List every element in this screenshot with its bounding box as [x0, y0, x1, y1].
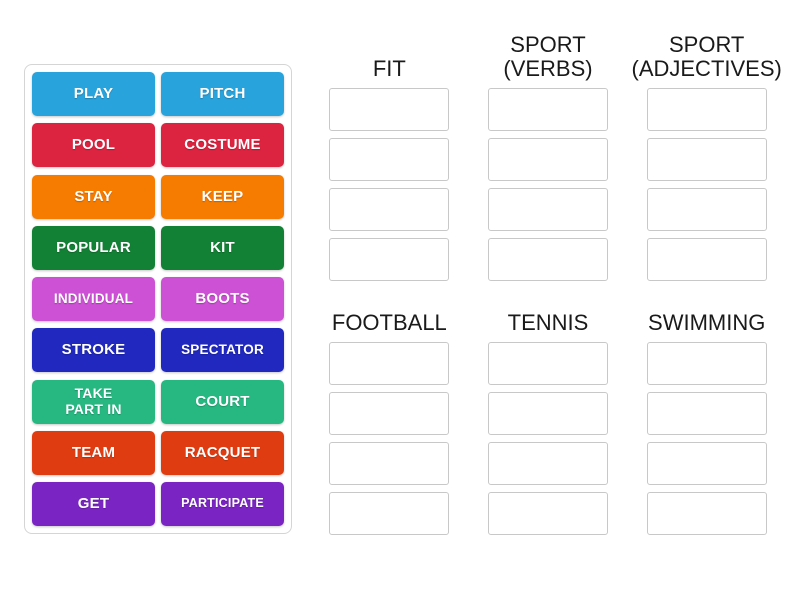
category-column-fit: FIT [310, 26, 469, 292]
category-title: SPORT (ADJECTIVES) [631, 32, 782, 81]
word-tile[interactable]: PITCH [161, 72, 284, 116]
word-tile[interactable]: GET [32, 482, 155, 526]
drop-slot[interactable] [646, 188, 767, 231]
drop-slot[interactable] [488, 188, 608, 231]
category-title: FOOTBALL [331, 309, 447, 335]
word-tile[interactable]: STROKE [32, 328, 155, 373]
word-tile[interactable]: KIT [161, 225, 284, 270]
drop-slot[interactable] [646, 492, 767, 535]
drop-slot[interactable] [329, 342, 450, 385]
drop-slot[interactable] [329, 88, 450, 131]
drop-slot[interactable] [488, 88, 608, 131]
word-tile[interactable]: PLAY [32, 72, 155, 116]
category-column-tennis: TENNIS [469, 302, 628, 568]
category-area: FIT SPORT (VERBS) SPORT (ADJECTIVES) FOO… [310, 26, 786, 566]
drop-slot[interactable] [488, 442, 608, 485]
word-tile-row: INDIVIDUAL BOOTS [32, 277, 284, 321]
category-band-bottom: FOOTBALL TENNIS SWIMMING [310, 302, 786, 568]
category-column-sport-verbs: SPORT (VERBS) [469, 26, 628, 292]
drop-slot[interactable] [646, 138, 767, 181]
drop-slot[interactable] [329, 188, 450, 231]
word-tile[interactable]: STAY [32, 174, 155, 219]
drop-slot[interactable] [488, 342, 608, 385]
drop-slot[interactable] [488, 392, 608, 435]
word-tile-row: TAKE PART IN COURT [32, 379, 284, 424]
drop-slot-list [627, 88, 786, 281]
word-tile-row: STROKE SPECTATOR [32, 328, 284, 373]
drop-slot[interactable] [329, 392, 450, 435]
drop-slot[interactable] [488, 492, 608, 535]
word-tile-row: STAY KEEP [32, 174, 284, 219]
category-column-swimming: SWIMMING [627, 302, 786, 568]
category-title: TENNIS [507, 309, 589, 335]
word-tile[interactable]: KEEP [161, 174, 284, 219]
drop-slot-list [310, 88, 469, 281]
drop-slot[interactable] [646, 392, 767, 435]
word-tile[interactable]: COURT [161, 379, 284, 424]
word-tile[interactable]: POOL [32, 123, 155, 168]
drop-slot-list [469, 342, 628, 535]
category-column-sport-adjectives: SPORT (ADJECTIVES) [627, 26, 786, 292]
word-tile-row: TEAM RACQUET [32, 430, 284, 475]
category-column-football: FOOTBALL [310, 302, 469, 568]
word-tile-row: POOL COSTUME [32, 123, 284, 168]
category-title: SPORT (VERBS) [503, 32, 593, 81]
word-tile-row: POPULAR KIT [32, 225, 284, 270]
drop-slot[interactable] [488, 138, 608, 181]
drop-slot[interactable] [488, 238, 608, 281]
word-tile[interactable]: TEAM [32, 430, 155, 475]
word-tile[interactable]: SPECTATOR [161, 328, 284, 373]
drop-slot-list [469, 88, 628, 281]
word-bank-panel: PLAY PITCH POOL COSTUME STAY KEEP POPULA… [24, 64, 292, 534]
drop-slot-list [627, 342, 786, 535]
category-title: SWIMMING [648, 309, 766, 335]
drop-slot-list [310, 342, 469, 535]
drop-slot[interactable] [329, 238, 450, 281]
word-tile[interactable]: COSTUME [161, 123, 284, 168]
drop-slot[interactable] [329, 442, 450, 485]
word-tile[interactable]: PARTICIPATE [161, 482, 284, 526]
drop-slot[interactable] [646, 342, 767, 385]
word-tile[interactable]: RACQUET [161, 430, 284, 475]
category-title: FIT [372, 55, 406, 81]
drop-slot[interactable] [646, 88, 767, 131]
word-tile[interactable]: BOOTS [161, 277, 284, 321]
word-tile[interactable]: TAKE PART IN [32, 379, 155, 424]
drop-slot[interactable] [329, 138, 450, 181]
drop-slot[interactable] [329, 492, 450, 535]
drop-slot[interactable] [646, 442, 767, 485]
word-tile-row: GET PARTICIPATE [32, 482, 284, 526]
drop-slot[interactable] [646, 238, 767, 281]
word-tile-row: PLAY PITCH [32, 72, 284, 116]
word-tile[interactable]: INDIVIDUAL [32, 277, 155, 321]
activity-canvas: PLAY PITCH POOL COSTUME STAY KEEP POPULA… [0, 0, 800, 600]
word-tile[interactable]: POPULAR [32, 225, 155, 270]
category-band-top: FIT SPORT (VERBS) SPORT (ADJECTIVES) [310, 26, 786, 292]
